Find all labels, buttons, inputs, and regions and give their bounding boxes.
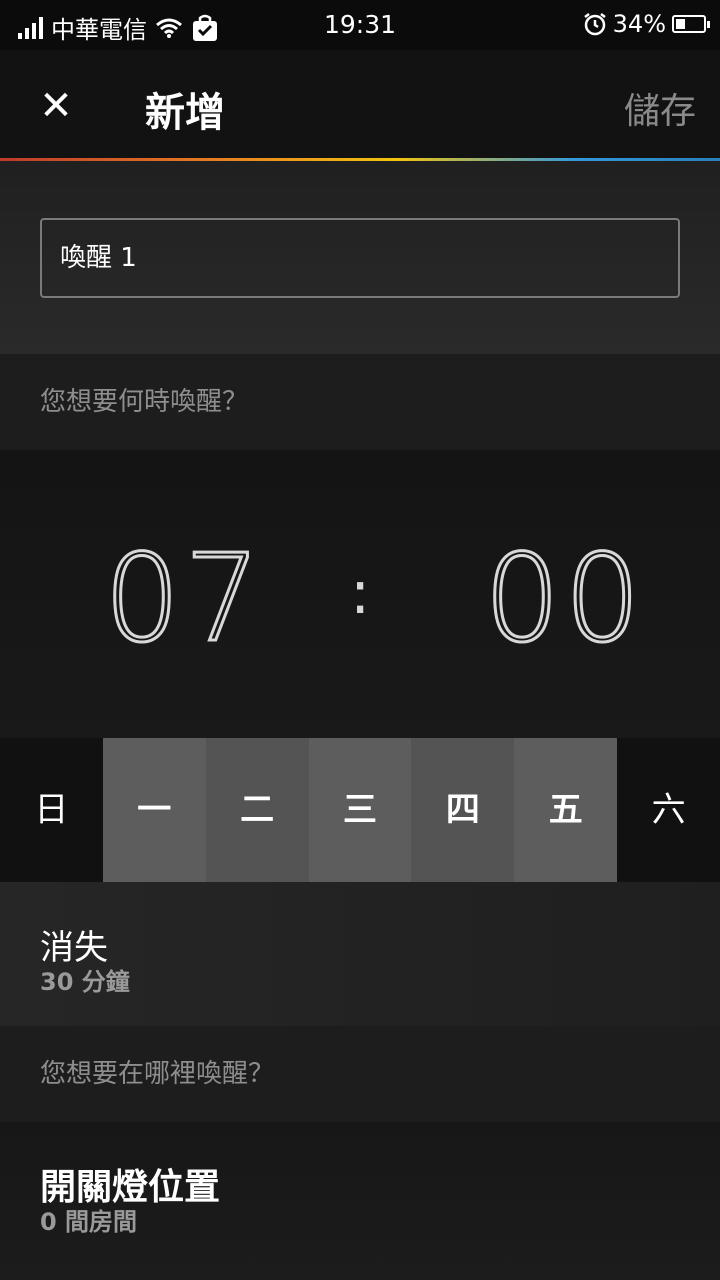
day-tuesday[interactable]: 二	[205, 738, 309, 882]
battery-percent: 34%	[612, 10, 666, 38]
duration-value: 30 分鐘	[40, 968, 130, 996]
alarm-name-input[interactable]: 喚醒 1	[40, 218, 680, 298]
close-icon: ✕	[39, 83, 73, 129]
close-button[interactable]: ✕	[28, 78, 84, 134]
hours-picker[interactable]: 07	[103, 529, 265, 671]
day-monday[interactable]: 一	[102, 738, 206, 882]
day-thursday[interactable]: 四	[411, 738, 515, 882]
page-title: 新增	[145, 90, 225, 136]
app-header: ✕ 新增 儲存	[0, 50, 720, 160]
where-section-label: 您想要在哪裡喚醒？	[0, 1026, 720, 1122]
battery-icon	[672, 15, 710, 33]
duration-row[interactable]: 消失 30 分鐘	[0, 882, 720, 1026]
day-friday[interactable]: 五	[514, 738, 618, 882]
when-section-label: 您想要何時喚醒？	[0, 354, 720, 450]
day-sunday[interactable]: 日	[0, 738, 103, 882]
save-button[interactable]: 儲存	[624, 82, 696, 134]
time-separator: :	[350, 558, 371, 628]
day-selector: 日 一 二 三 四 五 六	[0, 738, 720, 882]
name-section: 喚醒 1	[0, 161, 720, 354]
light-location-row[interactable]: 開關燈位置 0 間房間	[0, 1122, 720, 1280]
time-picker: 07 : 00	[0, 450, 720, 738]
status-right: 34%	[583, 10, 710, 38]
screen: 中華電信 19:31 34% ✕ 新增 儲存 喚醒 1 您想要何時喚醒？ 07 …	[0, 0, 720, 1280]
minutes-picker[interactable]: 00	[483, 529, 645, 671]
alarm-icon	[583, 13, 606, 36]
light-location-value: 0 間房間	[40, 1208, 138, 1236]
day-wednesday[interactable]: 三	[308, 738, 412, 882]
status-bar: 中華電信 19:31 34%	[0, 0, 720, 50]
day-saturday[interactable]: 六	[617, 738, 720, 882]
